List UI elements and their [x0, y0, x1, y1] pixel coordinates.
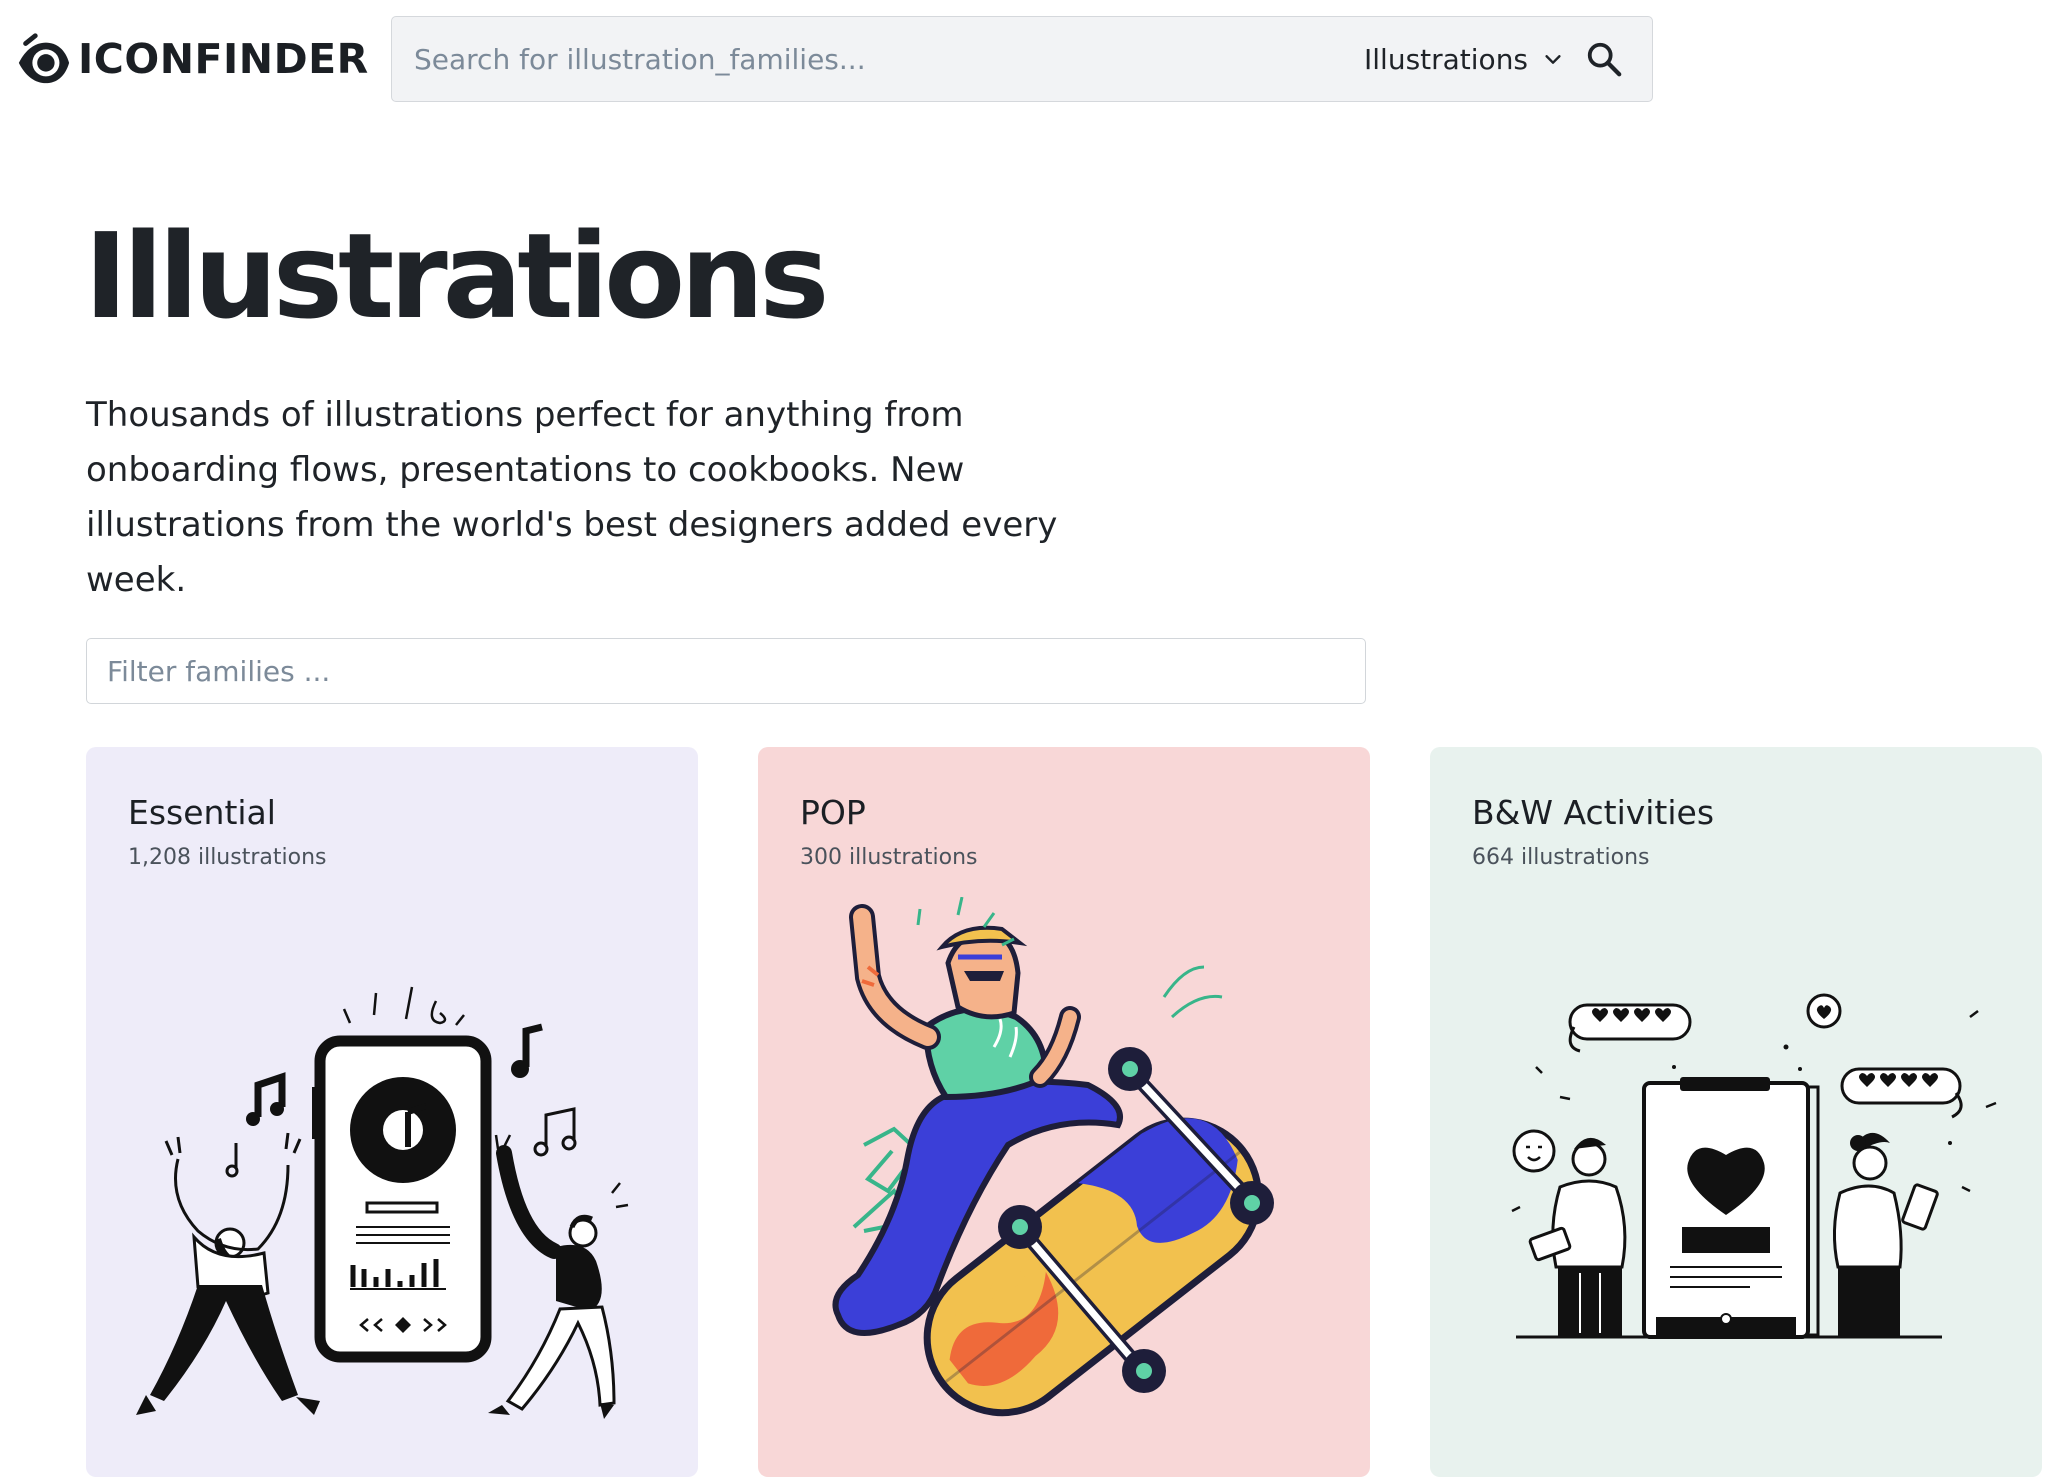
page-title: Illustrations — [84, 207, 829, 345]
family-card-essential[interactable]: Essential 1,208 illustrations — [86, 747, 698, 1477]
family-count: 664 illustrations — [1472, 845, 1650, 870]
family-title: B&W Activities — [1472, 793, 1715, 832]
search-button[interactable] — [1580, 35, 1628, 83]
family-card-pop[interactable]: POP 300 illustrations — [758, 747, 1370, 1477]
pop-preview-illustration — [832, 897, 1274, 1417]
family-count: 300 illustrations — [800, 845, 978, 870]
search-icon — [1587, 42, 1622, 77]
search-type-dropdown[interactable]: Illustrations — [1364, 17, 1564, 101]
search-bar: Illustrations — [391, 16, 1653, 102]
filter-families-input[interactable] — [86, 638, 1366, 704]
search-input[interactable] — [414, 17, 1294, 101]
family-count: 1,208 illustrations — [128, 845, 327, 870]
family-title: Essential — [128, 793, 276, 832]
bw-activities-preview-illustration — [1511, 993, 1997, 1339]
page-description: Thousands of illustrations perfect for a… — [86, 395, 1058, 600]
family-title: POP — [800, 793, 866, 832]
essential-preview-illustration — [136, 986, 629, 1419]
iconfinder-logo[interactable]: ICONFINDER — [14, 30, 369, 88]
iconfinder-eye-icon — [18, 33, 70, 84]
search-type-label: Illustrations — [1364, 42, 1529, 76]
brand-name: ICONFINDER — [78, 35, 369, 83]
chevron-down-icon — [1545, 55, 1561, 64]
family-card-bw-activities[interactable]: B&W Activities 664 illustrations — [1430, 747, 2042, 1477]
